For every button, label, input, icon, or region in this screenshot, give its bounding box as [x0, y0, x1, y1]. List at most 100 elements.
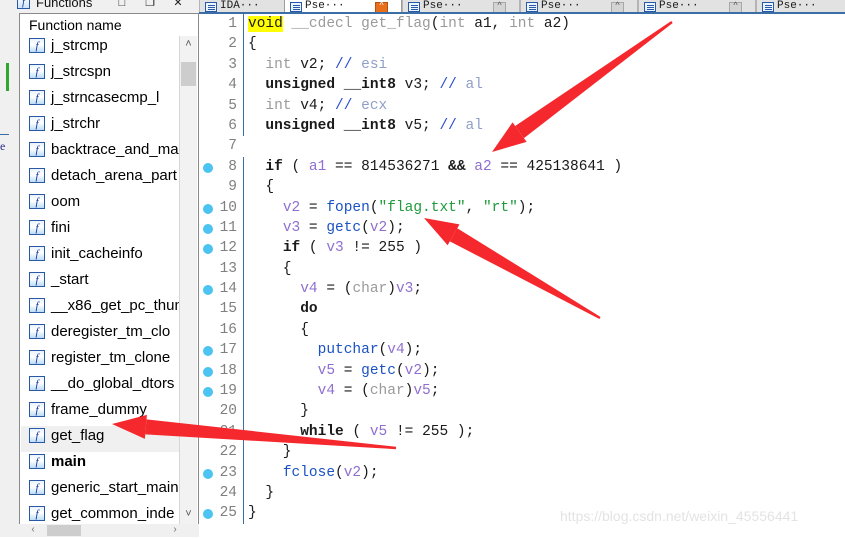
tab-close-icon[interactable] [375, 0, 388, 12]
code-token: ecx [352, 97, 388, 114]
breakpoint-dot-icon[interactable] [203, 203, 213, 214]
function-list-item[interactable]: f __do_global_dtors [21, 374, 179, 400]
function-list-item[interactable]: f get_common_inde [21, 504, 179, 524]
line-number: 5 [228, 97, 237, 114]
function-list-item[interactable]: f register_tm_clone [21, 348, 179, 374]
breakpoint-dot-icon[interactable] [203, 285, 213, 296]
function-list-item[interactable]: f __x86_get_pc_thun [21, 296, 179, 322]
code-token: void [248, 16, 283, 32]
function-list-item-label: get_flag [51, 427, 105, 444]
function-icon: f [29, 219, 45, 235]
function-list-item[interactable]: f fini [21, 218, 179, 244]
function-list-item[interactable]: f oom [21, 192, 179, 218]
breakpoint-dot-icon[interactable] [203, 509, 213, 520]
functions-list-vertical-scrollbar[interactable]: ˄ ˅ [179, 36, 197, 524]
function-icon: f [29, 193, 45, 209]
tab-label: Pse··· [305, 0, 345, 12]
scroll-left-icon[interactable]: ‹ [25, 524, 41, 537]
document-tab[interactable]: Pse··· [756, 0, 845, 12]
function-icon: f [29, 401, 45, 417]
function-list-item[interactable]: f j_strchr [21, 114, 179, 140]
breakpoint-dot-icon[interactable] [203, 162, 213, 173]
tab-close-icon[interactable] [493, 0, 506, 12]
line-number: 24 [219, 484, 237, 501]
function-list-item[interactable]: f frame_dummy [21, 400, 179, 426]
function-icon: f [29, 505, 45, 521]
dock-window-button[interactable]: ❐ [143, 0, 157, 10]
tab-close-icon[interactable] [611, 0, 624, 12]
function-list-item[interactable]: f backtrace_and_ma [21, 140, 179, 166]
horizontal-scrollbar-thumb[interactable] [47, 525, 81, 536]
breakpoint-dot-icon[interactable] [203, 366, 213, 377]
code-line-text: { [243, 34, 257, 55]
breakpoint-dot-icon[interactable] [203, 346, 213, 357]
code-line-text: putchar(v4); [243, 340, 423, 361]
code-token: "flag.txt" [378, 199, 466, 216]
function-list-item-label: __x86_get_pc_thun [51, 297, 179, 314]
scroll-up-icon[interactable]: ˄ [180, 36, 197, 54]
function-icon: f [29, 453, 45, 469]
function-list-item[interactable]: f j_strcspn [21, 62, 179, 88]
document-tab[interactable]: Pse··· [402, 0, 520, 12]
code-token: 814536271 [361, 158, 440, 175]
tab-label: Pse··· [541, 0, 581, 12]
functions-list[interactable]: f j_strcmp f j_strcspn f j_strncasecmp_l f j_st… [21, 36, 179, 524]
close-window-button[interactable]: ✕ [171, 0, 185, 10]
document-tab[interactable]: Pse··· [638, 0, 756, 12]
tab-document-icon [290, 2, 302, 12]
tab-document-icon [644, 2, 656, 12]
code-token: ); [404, 342, 423, 359]
functions-list-horizontal-scrollbar[interactable]: ‹ › [19, 524, 199, 537]
breakpoint-dot-icon[interactable] [203, 387, 213, 398]
document-tab-bar: IDA··· Pse··· Pse··· Pse··· Pse··· Pse··· [199, 0, 845, 12]
function-list-item[interactable]: f get_flag [21, 426, 179, 452]
function-list-item[interactable]: f init_cacheinfo [21, 244, 179, 270]
document-tab[interactable]: Pse··· [520, 0, 638, 12]
function-list-item-label: j_strcmp [51, 37, 108, 54]
code-line-text: int v4; // ecx [243, 95, 388, 116]
function-list-item[interactable]: f j_strncasecmp_l [21, 88, 179, 114]
code-token: = [335, 362, 362, 379]
line-number: 15 [219, 301, 237, 318]
code-token: v5; [395, 117, 440, 134]
line-number: 1 [228, 16, 237, 32]
functions-titlebar[interactable]: f Functions □ ❐ ✕ [9, 0, 199, 13]
document-tab[interactable]: Pse··· [284, 0, 402, 12]
function-list-item-label: fini [51, 219, 71, 236]
code-token: v5 [413, 383, 431, 400]
code-token: v3 [282, 219, 301, 236]
scroll-right-icon[interactable]: › [167, 524, 183, 537]
tab-label: IDA··· [220, 0, 260, 12]
breakpoint-dot-icon[interactable] [203, 244, 213, 255]
vertical-scrollbar-thumb[interactable] [181, 62, 196, 86]
code-token: ) [404, 240, 423, 257]
function-list-item[interactable]: f deregister_tm_clo [21, 322, 179, 348]
breakpoint-dot-icon[interactable] [203, 468, 213, 479]
function-list-item[interactable]: f generic_start_main [21, 478, 179, 504]
code-token: 255 [378, 240, 405, 257]
code-token: v4; [291, 97, 336, 114]
function-list-item[interactable]: f _start [21, 270, 179, 296]
code-line-text: { [243, 319, 309, 341]
code-line-text: void __cdecl get_flag(int a1, int a2) [243, 14, 570, 35]
breakpoint-dot-icon[interactable] [203, 223, 213, 234]
function-list-item[interactable]: f main [21, 452, 179, 478]
function-list-item[interactable]: f detach_arena_part [21, 166, 179, 192]
tab-label: Pse··· [423, 0, 463, 12]
scroll-down-icon[interactable]: ˅ [180, 506, 197, 524]
code-token: , [465, 199, 483, 216]
restore-window-button[interactable]: □ [115, 0, 129, 10]
code-token: v4 [387, 342, 405, 359]
tab-close-icon[interactable] [729, 0, 742, 12]
tab-document-icon [205, 2, 217, 12]
line-number: 16 [219, 321, 237, 338]
code-token: if [265, 158, 283, 175]
pseudocode-view[interactable]: 1 void __cdecl get_flag(int a1, int a2) 2{… [199, 12, 845, 538]
functions-list-column-header[interactable]: Function name [20, 14, 198, 36]
breakpoint-dot-icon[interactable] [203, 427, 213, 438]
function-list-item[interactable]: f j_strcmp [21, 36, 179, 62]
